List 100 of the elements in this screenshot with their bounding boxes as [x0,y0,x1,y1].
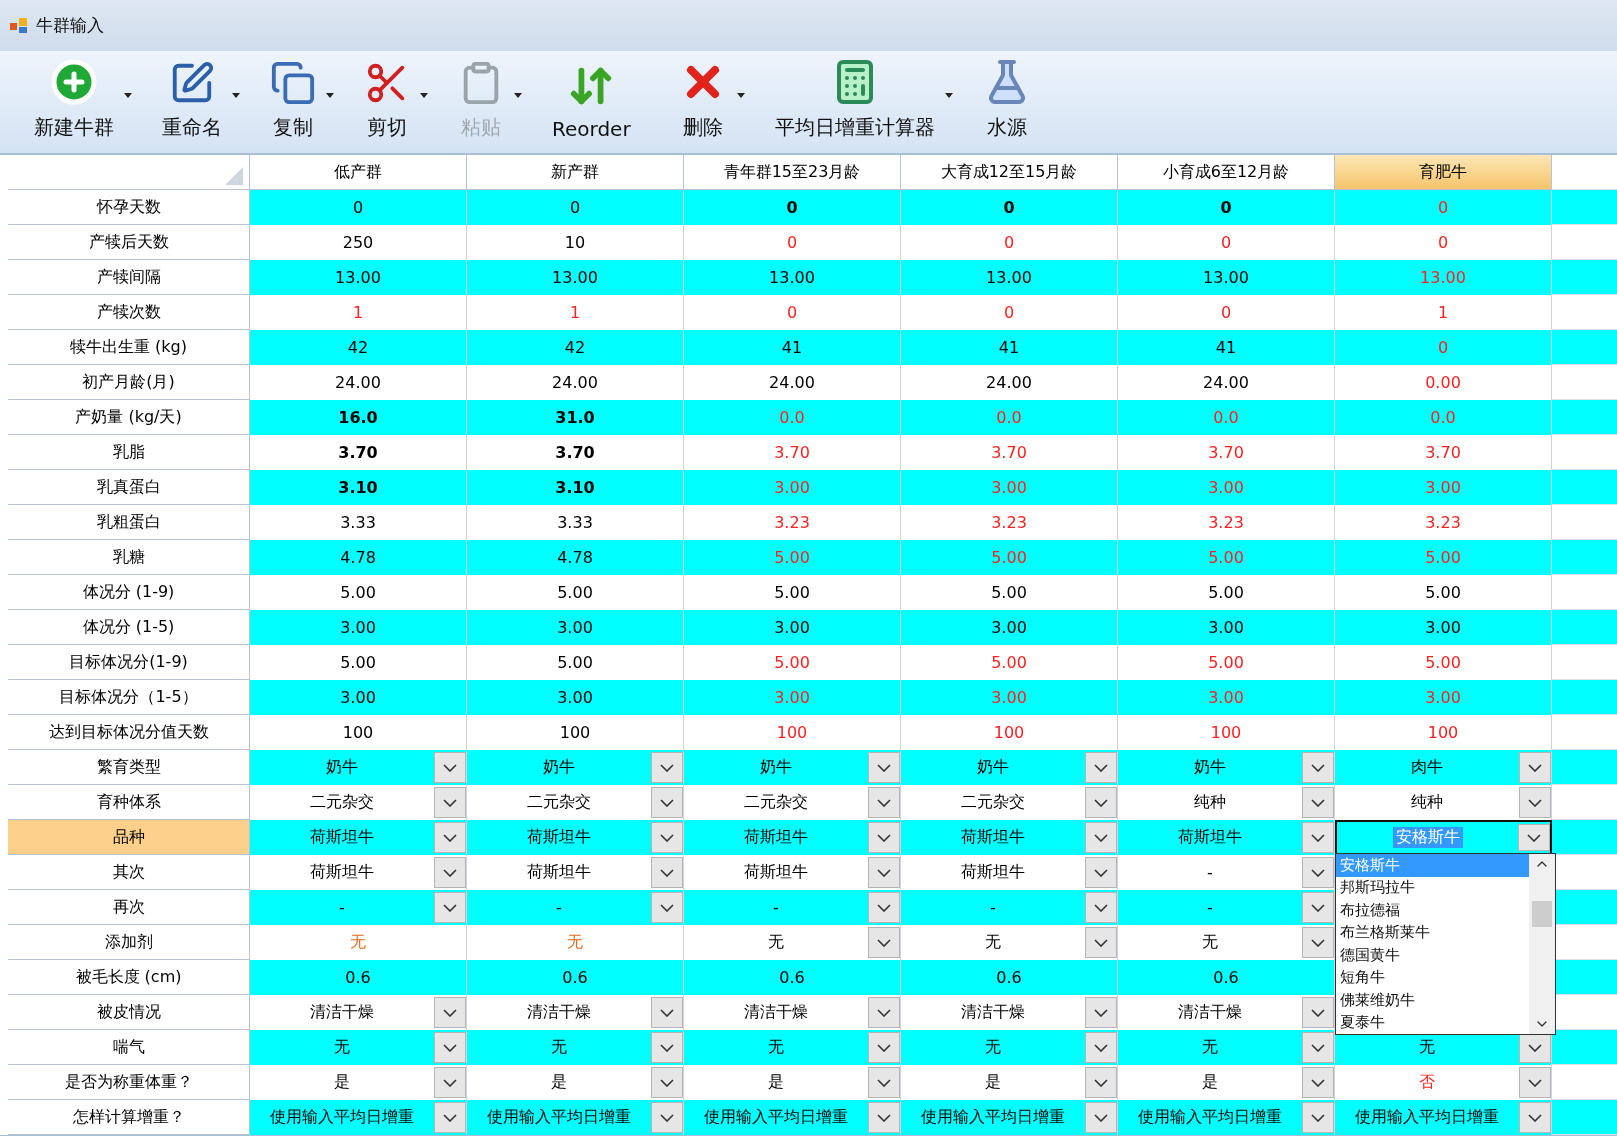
grid-cell: 41 [684,330,901,365]
combo-box[interactable]: - [901,890,1118,925]
column-header[interactable]: 新产群 [467,155,684,190]
column-header[interactable]: 大育成12至15月龄 [901,155,1118,190]
row-header[interactable]: 产犊间隔 [8,260,250,295]
cell-value: 3.70 [990,442,1028,463]
grid-cell: 3.00 [250,610,467,645]
row-header[interactable]: 育种体系 [8,785,250,820]
cell-value: 0.0 [1429,407,1457,428]
grid-cell: 41 [1118,330,1335,365]
grid-cell: 0.6 [467,960,684,995]
toolbar-button[interactable]: Reorder [530,51,653,153]
combo-box[interactable]: - [467,890,684,925]
combo-box[interactable]: 奶牛 [901,750,1118,785]
cell-value: 0 [785,302,799,323]
row-header[interactable]: 体况分 (1-9) [8,575,250,610]
chevron-down-icon [1094,1078,1108,1087]
combo-box[interactable]: 奶牛 [467,750,684,785]
combo-box[interactable]: 使用输入平均日增重 [684,1100,901,1135]
cell-value: 5.00 [990,547,1028,568]
toolbar-button[interactable]: 重命名 [140,51,244,153]
cell-value: 3.70 [773,442,811,463]
combo-box[interactable]: 荷斯坦牛 [467,820,684,855]
row-header[interactable]: 品种 [8,820,250,855]
column-header[interactable]: 育肥牛 [1335,155,1552,190]
grid-cell: 3.10 [250,470,467,505]
scrollbar[interactable] [1529,854,1555,1034]
chevron-down-icon [443,763,457,772]
combo-box[interactable]: 荷斯坦牛 [901,820,1118,855]
combo-box[interactable]: 无 [684,1030,901,1065]
row-header[interactable]: 目标体况分（1-5） [8,680,250,715]
combo-box[interactable]: 荷斯坦牛 [1118,820,1335,855]
row-header[interactable]: 达到目标体况分值天数 [8,715,250,750]
row-header[interactable]: 被毛长度 (cm) [8,960,250,995]
chevron-down-icon [443,1008,457,1017]
chevron-down-icon [877,868,891,877]
chevron-down-icon [877,1113,891,1122]
window-title: 牛群输入 [36,14,104,37]
combo-box[interactable]: 荷斯坦牛 [684,820,901,855]
chevron-down-icon [660,1078,674,1087]
cell-value: 0 [1002,302,1016,323]
row-header[interactable]: 怀孕天数 [8,190,250,225]
toolbar-button[interactable]: 水源 [960,51,1053,153]
toolbar-button[interactable]: 剪切 [342,51,432,153]
corner-header[interactable] [8,155,250,190]
combo-box[interactable]: 荷斯坦牛 [250,820,467,855]
combo-box[interactable]: - [1118,890,1335,925]
combo-box[interactable]: 使用输入平均日增重 [250,1100,467,1135]
row-header[interactable]: 乳粗蛋白 [8,505,250,540]
caret-icon [514,93,522,98]
combo-box[interactable]: 使用输入平均日增重 [1335,1100,1552,1135]
row-header[interactable]: 产奶量 (kg/天) [8,400,250,435]
combo-box[interactable]: 使用输入平均日增重 [467,1100,684,1135]
row-header[interactable]: 目标体况分(1-9) [8,645,250,680]
toolbar-button[interactable]: 删除 [656,51,749,153]
combo-box[interactable]: 奶牛 [684,750,901,785]
scroll-thumb[interactable] [1532,901,1552,927]
chevron-down-icon [877,903,891,912]
row-header[interactable]: 乳真蛋白 [8,470,250,505]
grid-cell: 4.78 [250,540,467,575]
row-header[interactable]: 被皮情况 [8,995,250,1030]
chevron-down-icon [443,1043,457,1052]
row-header[interactable]: 体况分 (1-5) [8,610,250,645]
row-header[interactable]: 是否为称重体重？ [8,1065,250,1100]
row-header[interactable]: 乳糖 [8,540,250,575]
combo-box[interactable]: 无 [1118,1030,1335,1065]
row-header[interactable]: 产犊次数 [8,295,250,330]
combo-box[interactable]: 使用输入平均日增重 [1118,1100,1335,1135]
combo-box[interactable]: 肉牛 [1335,750,1552,785]
chevron-down-icon [443,868,457,877]
combo-box[interactable]: 使用输入平均日增重 [901,1100,1118,1135]
row-header[interactable]: 其次 [8,855,250,890]
row-header[interactable]: 添加剂 [8,925,250,960]
row-header[interactable]: 产犊后天数 [8,225,250,260]
chevron-down-icon [1528,1043,1542,1052]
combo-box[interactable]: - [684,890,901,925]
column-header[interactable]: 青年群15至23月龄 [684,155,901,190]
column-header[interactable]: 小育成6至12月龄 [1118,155,1335,190]
row-header[interactable]: 初产月龄(月) [8,365,250,400]
grid-cell: 13.00 [250,260,467,295]
combo-box[interactable]: - [250,890,467,925]
combo-box[interactable]: 无 [467,1030,684,1065]
row-header[interactable]: 喘气 [8,1030,250,1065]
toolbar-button[interactable]: 新建牛群 [12,51,136,153]
chevron-down-icon [1094,938,1108,947]
combo-box[interactable]: 奶牛 [1118,750,1335,785]
column-header[interactable]: 低产群 [250,155,467,190]
chevron-down-icon [443,903,457,912]
row-header[interactable]: 再次 [8,890,250,925]
combo-box[interactable]: 奶牛 [250,750,467,785]
toolbar-button[interactable]: 复制 [248,51,338,153]
row-header[interactable]: 乳脂 [8,435,250,470]
cell-value: 3.23 [1207,512,1245,533]
row-header[interactable]: 繁育类型 [8,750,250,785]
combo-box[interactable]: 无 [250,1030,467,1065]
row-header[interactable]: 犊牛出生重 (kg) [8,330,250,365]
chevron-down-icon [1311,833,1325,842]
toolbar-button[interactable]: 平均日增重计算器 [752,51,957,153]
row-header[interactable]: 怎样计算增重？ [8,1100,250,1135]
combo-box[interactable]: 无 [901,1030,1118,1065]
